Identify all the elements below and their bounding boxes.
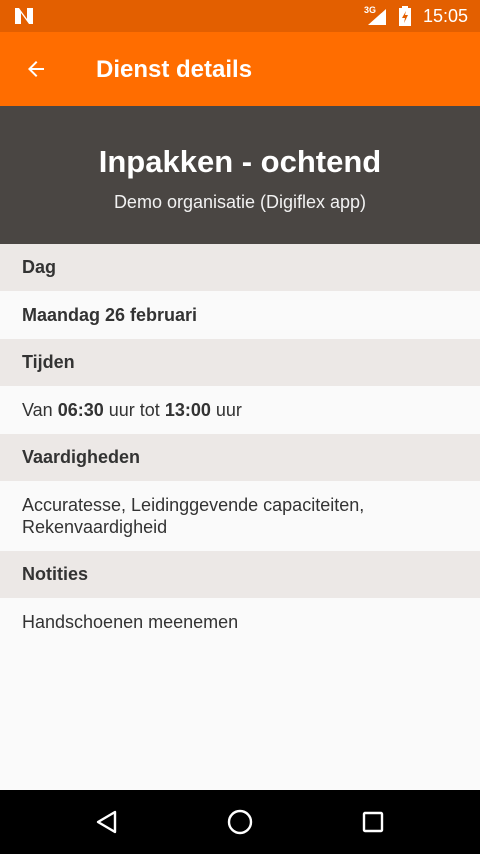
shift-header: Inpakken - ochtend Demo organisatie (Dig… (0, 106, 480, 244)
section-skills: Vaardigheden Accuratesse, Leidinggevende… (0, 434, 480, 551)
back-button[interactable] (12, 45, 60, 93)
section-label-day: Dag (0, 244, 480, 291)
times-middle: uur tot (108, 400, 160, 420)
home-circle-icon (227, 809, 253, 835)
organization-name: Demo organisatie (Digiflex app) (113, 192, 367, 212)
arrow-left-icon (28, 61, 44, 77)
times-start: 06:30 (57, 400, 104, 420)
skills-value: Accuratesse, Leidinggevende capaciteiten… (0, 481, 480, 551)
app-bar: Dienst details (0, 32, 480, 106)
section-label-times: Tijden (0, 339, 480, 386)
back-triangle-icon (96, 810, 117, 834)
status-bar: 3G 15:05 (0, 0, 480, 32)
skills-line-2: Rekenvaardigheid (22, 517, 168, 537)
day-value: Maandag 26 februari (0, 291, 480, 339)
section-label-notes: Notities (0, 551, 480, 598)
times-end: 13:00 (164, 400, 211, 420)
battery-icon (399, 6, 411, 26)
signal-icon (368, 9, 386, 25)
recents-square-icon (362, 811, 384, 833)
section-times: Tijden Van 06:30 uur tot 13:00 uur (0, 339, 480, 434)
notes-value: Handschoenen meenemen (0, 598, 480, 646)
section-label-skills: Vaardigheden (0, 434, 480, 481)
page-title: Dienst details (96, 56, 253, 83)
n-notification-icon (15, 8, 33, 24)
nav-home-button[interactable] (220, 802, 260, 842)
times-prefix: Van (22, 400, 53, 420)
times-suffix: uur (215, 400, 242, 420)
system-nav-bar (0, 790, 480, 854)
nav-back-button[interactable] (87, 802, 127, 842)
nav-recents-button[interactable] (353, 802, 393, 842)
times-value: Van 06:30 uur tot 13:00 uur (0, 386, 480, 434)
section-day: Dag Maandag 26 februari (0, 244, 480, 339)
section-notes: Notities Handschoenen meenemen (0, 551, 480, 646)
status-clock: 15:05 (422, 6, 468, 26)
shift-title: Inpakken - ochtend (98, 144, 382, 179)
skills-line-1: Accuratesse, Leidinggevende capaciteiten… (22, 495, 365, 515)
